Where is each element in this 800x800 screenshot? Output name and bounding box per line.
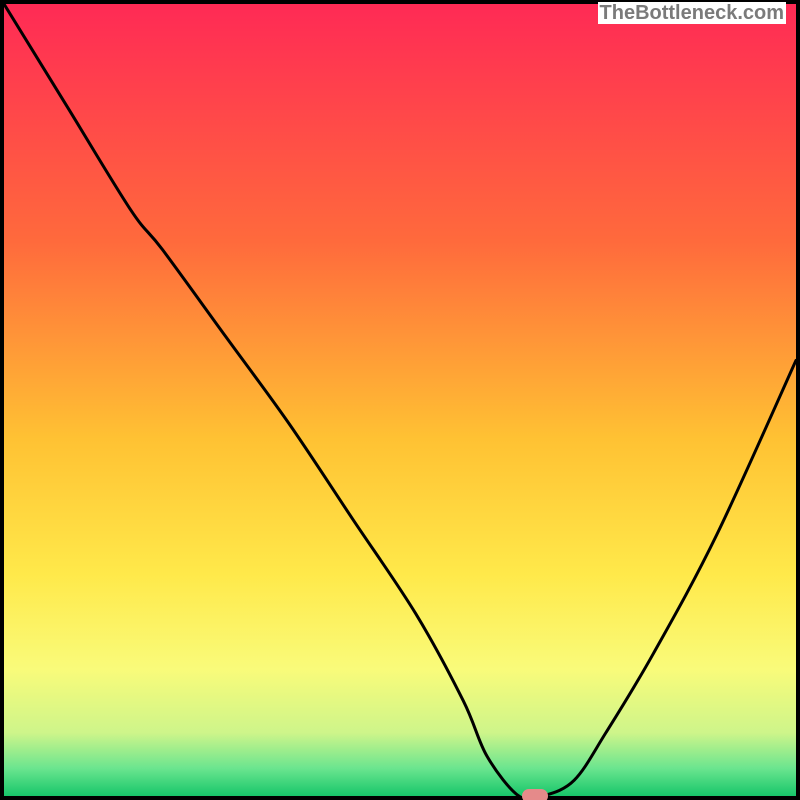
gradient-background xyxy=(4,4,796,796)
chart-frame: TheBottleneck.com xyxy=(0,0,800,800)
bottleneck-plot xyxy=(4,4,796,796)
watermark-label: TheBottleneck.com xyxy=(598,2,786,24)
bottleneck-marker xyxy=(522,789,548,800)
